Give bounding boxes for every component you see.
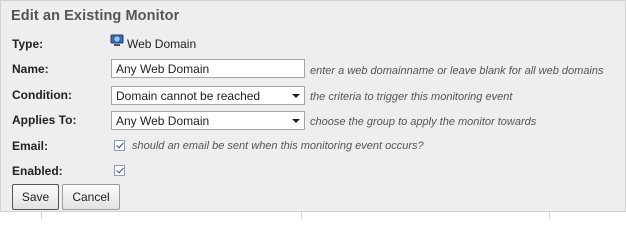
- name-hint: enter a web domainname or leave blank fo…: [310, 65, 604, 77]
- enabled-label: Enabled:: [12, 164, 63, 178]
- condition-hint: the criteria to trigger this monitoring …: [310, 91, 513, 103]
- condition-select[interactable]: Domain cannot be reached: [111, 86, 305, 105]
- applies-to-hint: choose the group to apply the monitor to…: [310, 116, 537, 128]
- chevron-down-icon: [292, 94, 300, 98]
- applies-to-label: Applies To:: [12, 113, 77, 127]
- condition-selected-value: Domain cannot be reached: [116, 89, 261, 103]
- condition-label: Condition:: [12, 88, 72, 102]
- chevron-down-icon: [292, 119, 300, 123]
- name-input[interactable]: Any Web Domain: [111, 59, 305, 78]
- type-label: Type:: [12, 37, 44, 51]
- name-label: Name:: [12, 62, 49, 76]
- divider: [549, 212, 550, 219]
- email-label: Email:: [12, 139, 49, 153]
- save-button[interactable]: Save: [12, 184, 59, 210]
- divider: [301, 212, 302, 219]
- edit-monitor-panel: Edit an Existing Monitor Type: Web Domai…: [0, 0, 626, 212]
- web-domain-icon: [110, 34, 124, 47]
- type-value: Web Domain: [127, 37, 197, 51]
- applies-to-selected-value: Any Web Domain: [116, 114, 210, 128]
- applies-to-select[interactable]: Any Web Domain: [111, 111, 305, 130]
- enabled-checkbox[interactable]: [114, 165, 125, 176]
- cancel-button[interactable]: Cancel: [62, 184, 120, 210]
- form-title: Edit an Existing Monitor: [11, 8, 180, 24]
- email-checkbox[interactable]: [114, 140, 125, 151]
- divider: [41, 212, 42, 219]
- bottom-divider: [0, 211, 626, 212]
- email-hint: should an email be sent when this monito…: [132, 140, 424, 152]
